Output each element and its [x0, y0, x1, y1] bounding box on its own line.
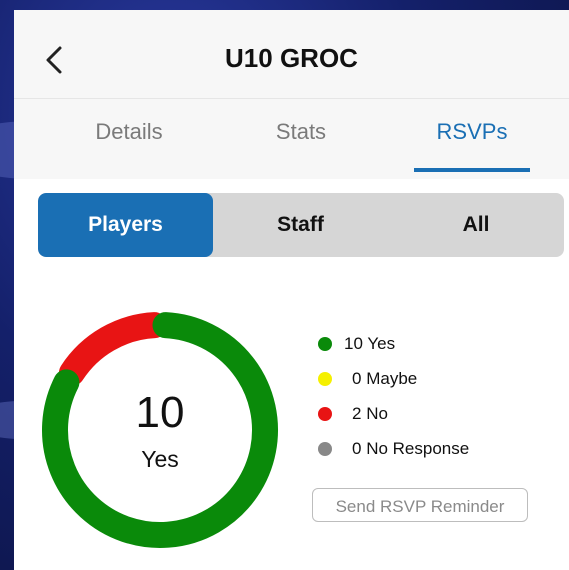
green-dot-icon	[318, 337, 332, 351]
segment-all[interactable]: All	[388, 193, 564, 257]
legend-count: 0	[352, 369, 362, 388]
rsvp-filter-segmented-control: Players Staff All	[38, 193, 564, 257]
yes-count: 10	[135, 388, 185, 437]
tab-bar: Details Stats RSVPs	[14, 98, 569, 179]
legend-label: No	[366, 404, 388, 423]
legend-label: Maybe	[366, 369, 418, 388]
active-tab-indicator	[414, 168, 530, 172]
legend-count: 10	[344, 334, 363, 353]
tab-rsvps[interactable]: RSVPs	[397, 119, 547, 175]
top-bar: U10 GROC	[14, 10, 569, 98]
legend-label: No Response	[366, 439, 470, 458]
legend-count: 2	[352, 404, 362, 423]
segment-players[interactable]: Players	[38, 193, 213, 257]
segment-staff[interactable]: Staff	[213, 193, 388, 257]
tab-details[interactable]: Details	[54, 119, 204, 175]
yellow-dot-icon	[318, 372, 332, 386]
page-title: U10 GROC	[225, 43, 358, 73]
send-rsvp-reminder-button[interactable]: Send RSVP Reminder	[312, 488, 528, 522]
tab-stats[interactable]: Stats	[226, 119, 376, 175]
legend-count: 0	[352, 439, 362, 458]
gray-dot-icon	[318, 442, 332, 456]
app-screen: U10 GROC Details Stats RSVPs Players Sta…	[14, 10, 569, 570]
yes-label: Yes	[141, 446, 179, 472]
legend-label: Yes	[367, 334, 396, 353]
red-dot-icon	[318, 407, 332, 421]
donut-slice-no	[58, 312, 168, 386]
